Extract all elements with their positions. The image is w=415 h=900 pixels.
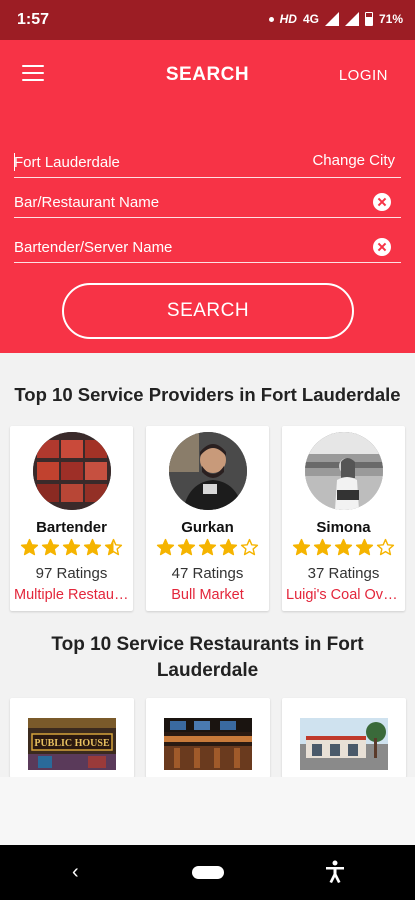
restaurants-title-line2: Lauderdale: [156, 660, 259, 681]
staff-name-input[interactable]: Bartender/Server Name: [14, 229, 401, 263]
staff-name-text: Bartender/Server Name: [14, 239, 173, 256]
restaurant-card[interactable]: PUBLIC HOUSE: [10, 698, 134, 778]
status-bar: 1:57 HD 4G 71%: [0, 0, 415, 40]
notification-dot-icon: [268, 16, 274, 22]
avatar: [33, 432, 111, 510]
search-header: SEARCH LOGIN Fort Lauderdale Change City…: [0, 40, 415, 353]
star-full-icon: [177, 538, 196, 556]
clear-staff-icon[interactable]: [373, 238, 391, 256]
restaurant-card[interactable]: [146, 698, 270, 778]
rating-stars: [10, 538, 133, 557]
provider-card[interactable]: Gurkan 47 Ratings Bull Market: [146, 426, 269, 611]
restaurants-title: Top 10 Service Restaurants in Fort Laude…: [0, 632, 415, 684]
back-icon[interactable]: ‹: [72, 861, 79, 884]
star-full-icon: [355, 538, 374, 556]
content-bottom: [0, 777, 415, 845]
city-value: Fort Lauderdale: [14, 154, 120, 171]
restaurant-name-input[interactable]: Bar/Restaurant Name: [14, 184, 401, 218]
change-city-button[interactable]: Change City: [312, 152, 395, 169]
star-half-icon: [104, 538, 123, 556]
star-full-icon: [156, 538, 175, 556]
system-nav-bar: ‹: [0, 845, 415, 900]
restaurant-name-text: Bar/Restaurant Name: [14, 194, 160, 211]
star-full-icon: [198, 538, 217, 556]
status-icons: HD 4G 71%: [268, 12, 403, 26]
star-full-icon: [20, 538, 39, 556]
signal-icon: [324, 12, 339, 26]
signal-type-label: 4G: [302, 12, 319, 26]
home-pill-icon[interactable]: [192, 866, 224, 879]
provider-name: Simona: [316, 519, 371, 536]
provider-name: Bartender: [36, 519, 107, 536]
star-full-icon: [334, 538, 353, 556]
network-label: HD: [279, 12, 297, 26]
avatar: [169, 432, 247, 510]
restaurant-image: PUBLIC HOUSE: [28, 718, 116, 770]
status-time: 1:57: [17, 11, 50, 28]
star-full-icon: [62, 538, 81, 556]
restaurant-image: [164, 718, 252, 770]
restaurants-title-line1: Top 10 Service Restaurants in Fort: [51, 634, 364, 655]
battery-icon: [364, 12, 373, 26]
restaurant-sign-text: PUBLIC HOUSE: [34, 738, 110, 749]
providers-title: Top 10 Service Providers in Fort Lauderd…: [14, 384, 401, 405]
star-full-icon: [41, 538, 60, 556]
login-button[interactable]: LOGIN: [339, 67, 388, 84]
avatar: [305, 432, 383, 510]
city-field[interactable]: Fort Lauderdale Change City: [14, 144, 401, 178]
clear-restaurant-icon[interactable]: [373, 193, 391, 211]
rating-stars: [282, 538, 405, 557]
accessibility-icon[interactable]: [324, 860, 346, 884]
star-empty-icon: [240, 538, 259, 556]
search-button[interactable]: SEARCH: [62, 283, 354, 339]
ratings-count: 47 Ratings: [171, 565, 244, 582]
star-full-icon: [292, 538, 311, 556]
provider-name: Gurkan: [181, 519, 234, 536]
rating-stars: [146, 538, 269, 557]
ratings-count: 97 Ratings: [35, 565, 108, 582]
star-full-icon: [219, 538, 238, 556]
provider-card[interactable]: Simona 37 Ratings Luigi's Coal Oven Pizz…: [282, 426, 405, 611]
restaurant-card[interactable]: [282, 698, 406, 778]
star-full-icon: [83, 538, 102, 556]
provider-place[interactable]: Luigi's Coal Oven Pizza: [286, 587, 401, 603]
battery-percent: 71%: [378, 12, 403, 26]
star-empty-icon: [376, 538, 395, 556]
signal-icon-2: [344, 12, 359, 26]
provider-card[interactable]: Bartender 97 Ratings Multiple Restaurant…: [10, 426, 133, 611]
provider-place[interactable]: Bull Market: [150, 587, 265, 603]
ratings-count: 37 Ratings: [307, 565, 380, 582]
restaurant-image: [300, 718, 388, 770]
provider-place[interactable]: Multiple Restaurants: [14, 587, 129, 603]
star-full-icon: [313, 538, 332, 556]
